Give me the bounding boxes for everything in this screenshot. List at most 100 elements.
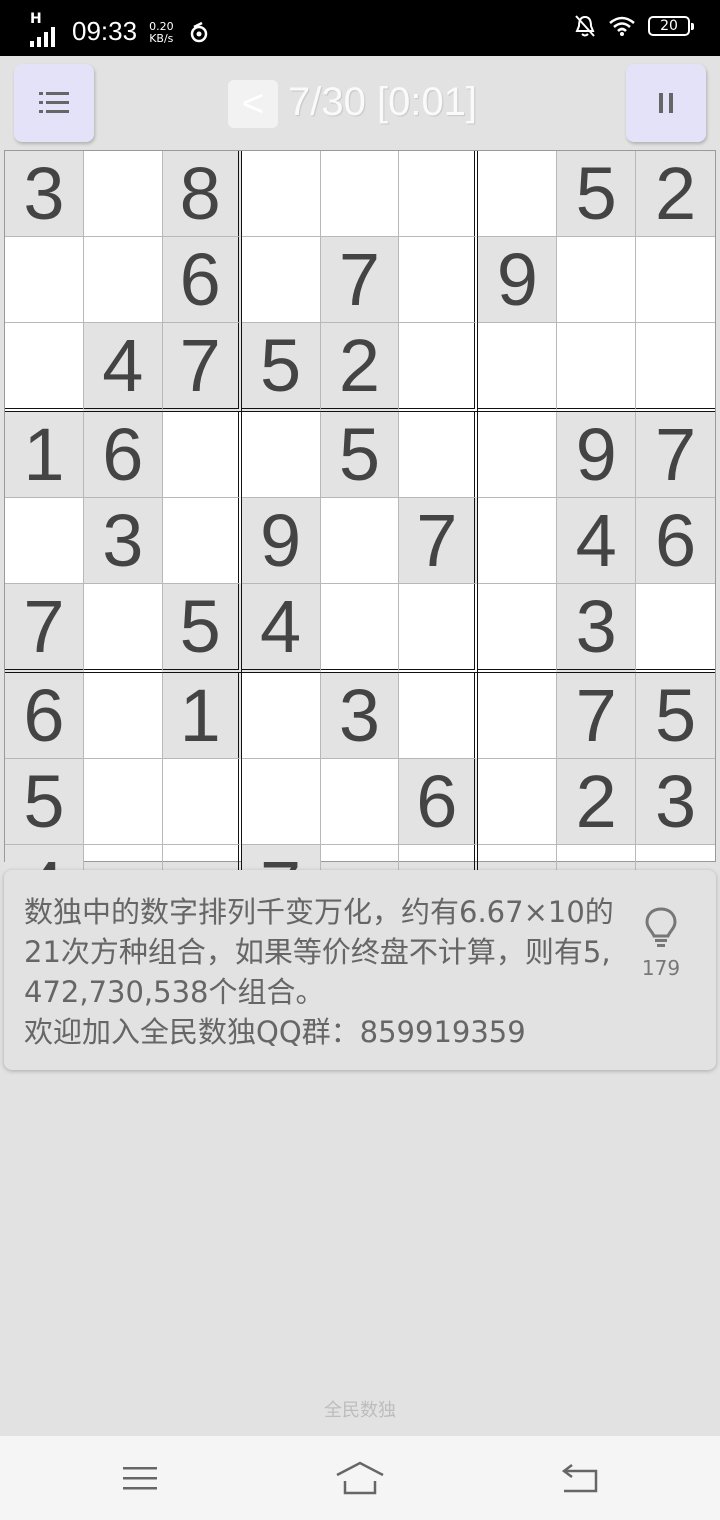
sudoku-cell[interactable]: 9 <box>557 412 637 498</box>
sudoku-cell[interactable]: 9 <box>478 237 558 323</box>
sudoku-cell[interactable]: 3 <box>83 498 163 584</box>
system-nav-bar <box>0 1436 720 1520</box>
sudoku-cell[interactable]: 5 <box>162 584 242 673</box>
sudoku-cell[interactable] <box>478 673 558 759</box>
previous-level-button[interactable]: < <box>228 80 278 128</box>
tip-fact: 数独中的数字排列千变万化，约有6.67×10的21次方种组合，如果等价终盘不计算… <box>24 895 614 1009</box>
sudoku-cell[interactable] <box>241 673 321 759</box>
status-bar: H 09:33 0.20 KB/s 20 <box>0 0 720 56</box>
sudoku-cell[interactable]: 7 <box>320 237 400 323</box>
sudoku-cell[interactable] <box>478 151 558 237</box>
sudoku-cell[interactable]: 7 <box>162 323 242 412</box>
hamburger-icon <box>123 1467 157 1490</box>
sudoku-cell[interactable]: 9 <box>241 498 321 584</box>
sudoku-cell[interactable] <box>162 498 242 584</box>
sudoku-cell[interactable] <box>478 759 558 845</box>
sudoku-cell[interactable] <box>83 673 163 759</box>
status-left: H 09:33 0.20 KB/s <box>30 10 210 47</box>
pause-button[interactable] <box>626 64 706 142</box>
hint-button[interactable]: 179 <box>626 906 696 980</box>
sudoku-cell[interactable] <box>478 584 558 673</box>
sudoku-cell[interactable] <box>399 237 479 323</box>
sudoku-cell[interactable] <box>241 759 321 845</box>
sudoku-cell[interactable]: 7 <box>636 412 715 498</box>
sudoku-cell[interactable] <box>83 584 163 673</box>
lightbulb-icon <box>645 907 677 947</box>
sudoku-cell[interactable]: 4 <box>241 584 321 673</box>
sudoku-cell[interactable]: 5 <box>241 323 321 412</box>
sudoku-cell[interactable]: 4 <box>83 323 163 412</box>
sudoku-cell[interactable] <box>241 412 321 498</box>
sudoku-cell[interactable]: 8 <box>162 151 242 237</box>
sudoku-cell[interactable]: 5 <box>636 673 715 759</box>
sudoku-cell[interactable] <box>557 323 637 412</box>
sudoku-cell[interactable] <box>5 498 84 584</box>
sudoku-cell[interactable]: 5 <box>5 759 84 845</box>
hint-count: 179 <box>641 956 681 980</box>
sudoku-cell[interactable] <box>478 498 558 584</box>
sudoku-cell[interactable]: 7 <box>557 673 637 759</box>
sudoku-cell[interactable]: 6 <box>636 498 715 584</box>
sudoku-cell[interactable] <box>83 151 163 237</box>
sudoku-cell[interactable]: 3 <box>320 673 400 759</box>
battery-level: 20 <box>660 18 678 34</box>
game-toolbar: < 7/30 [0:01] <box>0 60 720 150</box>
sudoku-cell[interactable]: 7 <box>5 584 84 673</box>
sudoku-cell[interactable]: 7 <box>399 498 479 584</box>
menu-button[interactable] <box>14 64 94 142</box>
back-arrow-icon <box>562 1464 598 1493</box>
sudoku-cell[interactable] <box>557 237 637 323</box>
tip-qq-group: 欢迎加入全民数独QQ群：859919359 <box>24 1015 526 1049</box>
sudoku-cell[interactable] <box>241 237 321 323</box>
tip-card: 数独中的数字排列千变万化，约有6.67×10的21次方种组合，如果等价终盘不计算… <box>4 870 716 1070</box>
speed-unit: KB/s <box>149 31 174 45</box>
sudoku-cell[interactable] <box>399 323 479 412</box>
sudoku-cell[interactable]: 3 <box>5 151 84 237</box>
sudoku-cell[interactable] <box>5 237 84 323</box>
sudoku-cell[interactable]: 3 <box>636 759 715 845</box>
sudoku-cell[interactable] <box>399 673 479 759</box>
sudoku-board: 385267947521659739746754361375562347 <box>4 150 716 930</box>
sudoku-cell[interactable]: 2 <box>320 323 400 412</box>
sudoku-cell[interactable]: 2 <box>557 759 637 845</box>
sudoku-cell[interactable] <box>241 151 321 237</box>
home-icon <box>336 1461 384 1495</box>
sudoku-cell[interactable]: 6 <box>399 759 479 845</box>
nav-back-button[interactable] <box>550 1458 610 1498</box>
bell-off-icon <box>575 15 595 37</box>
sudoku-cell[interactable] <box>320 498 400 584</box>
sudoku-cell[interactable]: 2 <box>636 151 715 237</box>
sudoku-cell[interactable]: 6 <box>83 412 163 498</box>
sudoku-cell[interactable] <box>399 151 479 237</box>
sudoku-cell[interactable] <box>636 237 715 323</box>
battery-icon: 20 <box>648 16 694 36</box>
sudoku-cell[interactable]: 1 <box>5 412 84 498</box>
sudoku-cell[interactable] <box>5 323 84 412</box>
nav-menu-button[interactable] <box>110 1458 170 1498</box>
sudoku-cell[interactable]: 6 <box>5 673 84 759</box>
sudoku-cell[interactable] <box>83 237 163 323</box>
pause-icon <box>659 93 673 113</box>
speed-value: 0.20 <box>149 19 174 33</box>
sudoku-cell[interactable] <box>162 412 242 498</box>
sudoku-cell[interactable]: 1 <box>162 673 242 759</box>
sudoku-cell[interactable]: 5 <box>557 151 637 237</box>
sudoku-cell[interactable] <box>320 151 400 237</box>
sudoku-cell[interactable]: 6 <box>162 237 242 323</box>
sudoku-cell[interactable]: 4 <box>557 498 637 584</box>
sudoku-cell[interactable] <box>162 759 242 845</box>
sudoku-cell[interactable] <box>320 584 400 673</box>
sudoku-cell[interactable] <box>320 759 400 845</box>
sudoku-cell[interactable] <box>478 412 558 498</box>
sudoku-cell[interactable] <box>83 759 163 845</box>
sudoku-cell[interactable] <box>399 584 479 673</box>
app-notification-icon <box>190 21 207 42</box>
sudoku-cell[interactable] <box>399 412 479 498</box>
sudoku-cell[interactable] <box>636 323 715 412</box>
nav-home-button[interactable] <box>330 1458 390 1498</box>
sudoku-cell[interactable]: 5 <box>320 412 400 498</box>
status-time: 09:33 <box>72 16 138 46</box>
sudoku-cell[interactable] <box>636 584 715 673</box>
sudoku-cell[interactable] <box>478 323 558 412</box>
sudoku-cell[interactable]: 3 <box>557 584 637 673</box>
